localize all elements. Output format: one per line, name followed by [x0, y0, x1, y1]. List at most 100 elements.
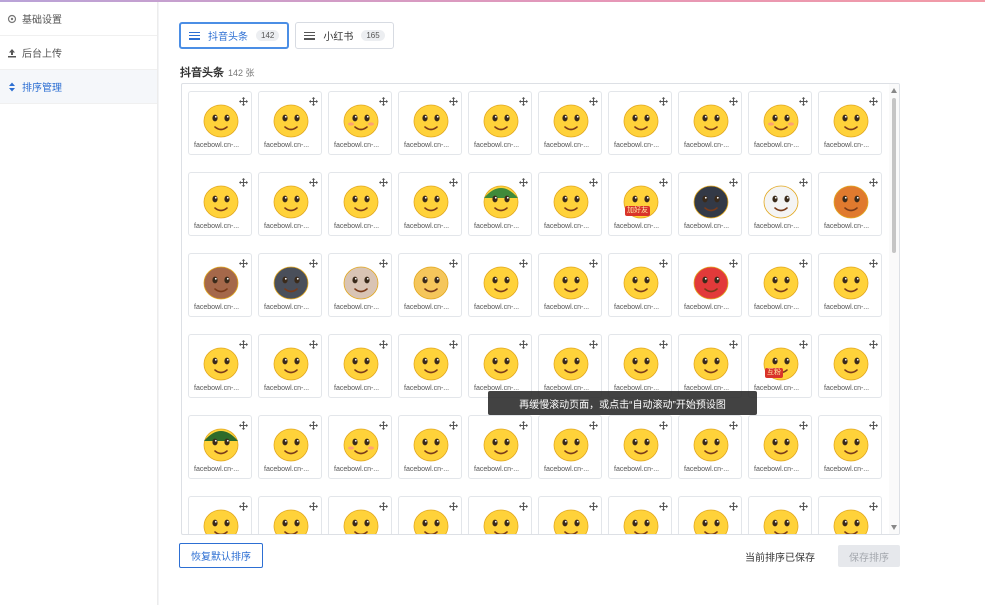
emoji-badge: 互粉 [765, 368, 783, 378]
emoji-card[interactable]: facebowl.cn-... [748, 415, 812, 479]
save-order-button[interactable]: 保存排序 [838, 545, 900, 567]
kiss-heart-emoji-icon [341, 344, 381, 382]
emoji-card[interactable]: facebowl.cn-... [258, 415, 322, 479]
reset-default-order-button[interactable]: 恢复默认排序 [179, 543, 263, 568]
emoji-card[interactable]: facebowl.cn-... [678, 91, 742, 155]
stare-emoji-icon [481, 263, 521, 301]
shy-emoji-icon [341, 425, 381, 463]
emoji-card[interactable]: facebowl.cn-... [468, 172, 532, 236]
emoji-card[interactable]: facebowl.cn-... [258, 496, 322, 534]
emoji-card[interactable]: facebowl.cn-... [398, 496, 462, 534]
emoji-card[interactable]: facebowl.cn-... [748, 496, 812, 534]
emoji-card[interactable]: facebowl.cn-... [608, 334, 672, 398]
emoji-card[interactable]: facebowl.cn-... [398, 172, 462, 236]
emoji-caption: facebowl.cn-... [404, 466, 450, 473]
emoji-card[interactable]: facebowl.cn-... [818, 172, 882, 236]
smirk-hand-emoji-icon [271, 344, 311, 382]
smug-emoji-icon [481, 506, 521, 534]
emoji-sort-grid[interactable]: facebowl.cn-... facebowl.cn-... facebowl.c… [181, 83, 900, 535]
emoji-card[interactable]: facebowl.cn-... [188, 334, 252, 398]
emoji-card[interactable]: facebowl.cn-... [188, 253, 252, 317]
emoji-card[interactable]: facebowl.cn-... [468, 496, 532, 534]
emoji-card[interactable]: facebowl.cn-... [678, 496, 742, 534]
oops-emoji-icon [201, 506, 241, 534]
gear-icon [6, 13, 18, 25]
emoji-card[interactable]: facebowl.cn-... [258, 91, 322, 155]
angry-fist-emoji-icon [481, 101, 521, 139]
emoji-card[interactable]: facebowl.cn-... [538, 415, 602, 479]
emoji-caption: facebowl.cn-... [194, 466, 240, 473]
emoji-card[interactable]: facebowl.cn-... [258, 253, 322, 317]
scrollbar-thumb[interactable] [892, 98, 896, 253]
emoji-card[interactable]: facebowl.cn-... [608, 253, 672, 317]
emoji-card[interactable]: facebowl.cn-... [328, 334, 392, 398]
emoji-caption: facebowl.cn-... [404, 385, 450, 392]
scroll-up-icon[interactable] [891, 88, 897, 93]
happy-emoji-icon [271, 425, 311, 463]
roll-eyes-emoji-icon [831, 344, 871, 382]
glance-emoji-icon [621, 344, 661, 382]
emoji-card[interactable]: facebowl.cn-... [818, 496, 882, 534]
emoji-card[interactable]: facebowl.cn-... [328, 415, 392, 479]
emoji-caption: facebowl.cn-... [194, 223, 240, 230]
emoji-card[interactable]: facebowl.cn-... [468, 91, 532, 155]
emoji-card[interactable]: facebowl.cn-... [608, 496, 672, 534]
emoji-caption: facebowl.cn-... [684, 466, 730, 473]
emoji-card[interactable]: facebowl.cn-... [538, 91, 602, 155]
scrollbar[interactable] [889, 84, 899, 534]
emoji-card[interactable]: facebowl.cn-... [468, 334, 532, 398]
emoji-card[interactable]: facebowl.cn-... [678, 253, 742, 317]
scroll-down-icon[interactable] [891, 525, 897, 530]
emoji-card[interactable]: 互粉 facebowl.cn-... [748, 334, 812, 398]
sidebar-item-upload[interactable]: 后台上传 [0, 36, 157, 70]
emoji-card[interactable]: facebowl.cn-... [398, 253, 462, 317]
emoji-card[interactable]: facebowl.cn-... [748, 253, 812, 317]
emoji-card[interactable]: facebowl.cn-... [398, 415, 462, 479]
emoji-card[interactable]: facebowl.cn-... [258, 172, 322, 236]
skull-emoji-icon [761, 182, 801, 220]
plead-emoji-icon [481, 344, 521, 382]
emoji-card[interactable]: facebowl.cn-... [608, 91, 672, 155]
emoji-caption: facebowl.cn-... [264, 385, 310, 392]
emoji-card[interactable]: facebowl.cn-... [678, 172, 742, 236]
emoji-card[interactable]: facebowl.cn-... [398, 91, 462, 155]
emoji-card[interactable]: facebowl.cn-... [818, 334, 882, 398]
emoji-card[interactable]: facebowl.cn-... [818, 91, 882, 155]
emoji-card[interactable]: facebowl.cn-... [188, 91, 252, 155]
emoji-card[interactable]: facebowl.cn-... [328, 496, 392, 534]
tab-douyin[interactable]: 抖音头条 142 [179, 22, 290, 49]
emoji-card[interactable]: facebowl.cn-... [608, 415, 672, 479]
emoji-card[interactable]: facebowl.cn-... [818, 253, 882, 317]
emoji-card[interactable]: facebowl.cn-... [328, 253, 392, 317]
emoji-caption: facebowl.cn-... [264, 466, 310, 473]
emoji-card[interactable]: facebowl.cn-... [258, 334, 322, 398]
emoji-card[interactable]: facebowl.cn-... [328, 172, 392, 236]
big-grin-emoji-icon [411, 182, 451, 220]
emoji-card[interactable]: 加好友 facebowl.cn-... [608, 172, 672, 236]
emoji-card[interactable]: facebowl.cn-... [818, 415, 882, 479]
emoji-card[interactable]: facebowl.cn-... [188, 172, 252, 236]
emoji-card[interactable]: facebowl.cn-... [188, 415, 252, 479]
emoji-card[interactable]: facebowl.cn-... [468, 415, 532, 479]
emoji-card[interactable]: facebowl.cn-... [398, 334, 462, 398]
emoji-card[interactable]: facebowl.cn-... [468, 253, 532, 317]
emoji-card[interactable]: facebowl.cn-... [538, 253, 602, 317]
emoji-card[interactable]: facebowl.cn-... [748, 91, 812, 155]
emoji-caption: facebowl.cn-... [614, 466, 660, 473]
emoji-card[interactable]: facebowl.cn-... [538, 496, 602, 534]
sidebar-item-settings[interactable]: 基础设置 [0, 2, 157, 36]
emoji-card[interactable]: facebowl.cn-... [748, 172, 812, 236]
cover-face-emoji-icon [551, 344, 591, 382]
tears-joy-emoji-icon [691, 425, 731, 463]
tab-xiaohongshu[interactable]: 小红书 165 [295, 22, 394, 49]
emoji-card[interactable]: facebowl.cn-... [188, 496, 252, 534]
emoji-caption: facebowl.cn-... [614, 223, 660, 230]
dazed-emoji-icon [761, 506, 801, 534]
emoji-card[interactable]: facebowl.cn-... [538, 334, 602, 398]
sidebar-item-sort[interactable]: 排序管理 [0, 70, 157, 104]
emoji-card[interactable]: facebowl.cn-... [678, 415, 742, 479]
emoji-card[interactable]: facebowl.cn-... [538, 172, 602, 236]
emoji-card[interactable]: facebowl.cn-... [678, 334, 742, 398]
emoji-card[interactable]: facebowl.cn-... [328, 91, 392, 155]
section-count: 142 张 [228, 68, 255, 78]
